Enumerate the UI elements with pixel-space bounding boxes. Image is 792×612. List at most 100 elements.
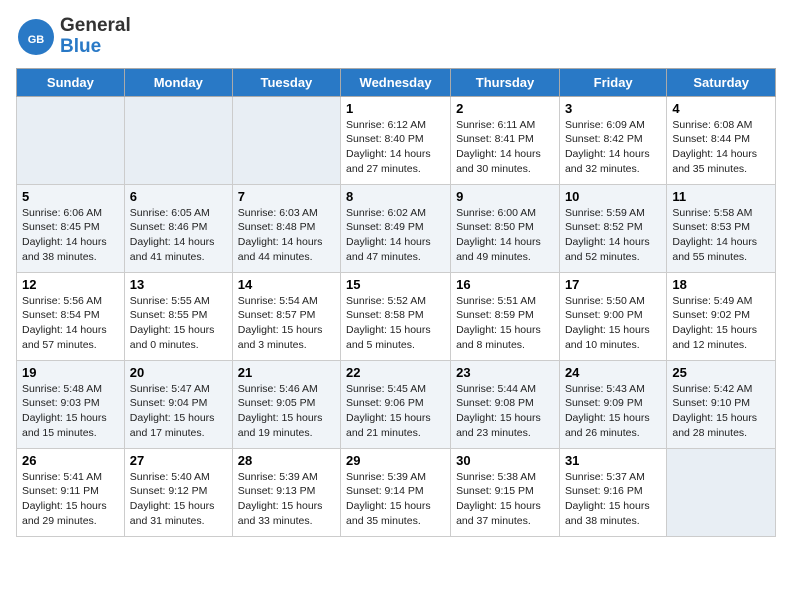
week-row-3: 12 Sunrise: 5:56 AM Sunset: 8:54 PM Dayli… bbox=[17, 272, 776, 360]
day-number: 21 bbox=[238, 365, 335, 380]
day-number: 12 bbox=[22, 277, 119, 292]
day-number: 1 bbox=[346, 101, 445, 116]
day-info: Sunrise: 5:45 AM Sunset: 9:06 PM Dayligh… bbox=[346, 382, 445, 441]
calendar-cell: 28 Sunrise: 5:39 AM Sunset: 9:13 PM Dayli… bbox=[232, 448, 340, 536]
calendar-cell: 22Sunrise: 5:45 AM Sunset: 9:06 PM Dayli… bbox=[341, 360, 451, 448]
day-info: Sunrise: 5:51 AM Sunset: 8:59 PM Dayligh… bbox=[456, 294, 554, 353]
day-number: 19 bbox=[22, 365, 119, 380]
day-info: Sunrise: 5:39 AM Sunset: 9:14 PM Dayligh… bbox=[346, 470, 445, 529]
header-saturday: Saturday bbox=[667, 68, 776, 96]
calendar-cell: 10 Sunrise: 5:59 AM Sunset: 8:52 PM Dayli… bbox=[559, 184, 666, 272]
day-info: Sunrise: 5:50 AM Sunset: 9:00 PM Dayligh… bbox=[565, 294, 661, 353]
day-info: Sunrise: 6:11 AM Sunset: 8:41 PM Dayligh… bbox=[456, 118, 554, 177]
day-info: Sunrise: 6:12 AM Sunset: 8:40 PM Dayligh… bbox=[346, 118, 445, 177]
logo-svg: GB bbox=[16, 17, 56, 57]
day-info: Sunrise: 5:40 AM Sunset: 9:12 PM Dayligh… bbox=[130, 470, 227, 529]
day-info: Sunrise: 5:42 AM Sunset: 9:10 PM Dayligh… bbox=[672, 382, 770, 441]
day-number: 27 bbox=[130, 453, 227, 468]
logo-text: General Blue bbox=[60, 16, 131, 58]
calendar-cell: 15 Sunrise: 5:52 AM Sunset: 8:58 PM Dayli… bbox=[341, 272, 451, 360]
calendar-cell: 25 Sunrise: 5:42 AM Sunset: 9:10 PM Dayli… bbox=[667, 360, 776, 448]
calendar-cell: 2 Sunrise: 6:11 AM Sunset: 8:41 PM Daylig… bbox=[451, 96, 560, 184]
day-info: Sunrise: 5:37 AM Sunset: 9:16 PM Dayligh… bbox=[565, 470, 661, 529]
day-info: Sunrise: 5:39 AM Sunset: 9:13 PM Dayligh… bbox=[238, 470, 335, 529]
day-info: Sunrise: 5:38 AM Sunset: 9:15 PM Dayligh… bbox=[456, 470, 554, 529]
calendar-cell: 30Sunrise: 5:38 AM Sunset: 9:15 PM Dayli… bbox=[451, 448, 560, 536]
day-info: Sunrise: 5:58 AM Sunset: 8:53 PM Dayligh… bbox=[672, 206, 770, 265]
day-info: Sunrise: 5:48 AM Sunset: 9:03 PM Dayligh… bbox=[22, 382, 119, 441]
day-info: Sunrise: 5:59 AM Sunset: 8:52 PM Dayligh… bbox=[565, 206, 661, 265]
day-number: 15 bbox=[346, 277, 445, 292]
logo-blue-text: Blue bbox=[60, 37, 131, 58]
calendar-cell: 31Sunrise: 5:37 AM Sunset: 9:16 PM Dayli… bbox=[559, 448, 666, 536]
day-info: Sunrise: 5:49 AM Sunset: 9:02 PM Dayligh… bbox=[672, 294, 770, 353]
calendar-cell: 8 Sunrise: 6:02 AM Sunset: 8:49 PM Daylig… bbox=[341, 184, 451, 272]
week-row-2: 5Sunrise: 6:06 AM Sunset: 8:45 PM Daylig… bbox=[17, 184, 776, 272]
day-number: 14 bbox=[238, 277, 335, 292]
header-wednesday: Wednesday bbox=[341, 68, 451, 96]
day-number: 9 bbox=[456, 189, 554, 204]
svg-text:GB: GB bbox=[28, 34, 45, 46]
day-info: Sunrise: 6:09 AM Sunset: 8:42 PM Dayligh… bbox=[565, 118, 661, 177]
calendar-cell: 29 Sunrise: 5:39 AM Sunset: 9:14 PM Dayli… bbox=[341, 448, 451, 536]
calendar-cell: 21Sunrise: 5:46 AM Sunset: 9:05 PM Dayli… bbox=[232, 360, 340, 448]
day-number: 28 bbox=[238, 453, 335, 468]
day-info: Sunrise: 6:05 AM Sunset: 8:46 PM Dayligh… bbox=[130, 206, 227, 265]
calendar-cell: 24 Sunrise: 5:43 AM Sunset: 9:09 PM Dayli… bbox=[559, 360, 666, 448]
day-number: 5 bbox=[22, 189, 119, 204]
day-number: 11 bbox=[672, 189, 770, 204]
calendar-cell: 11 Sunrise: 5:58 AM Sunset: 8:53 PM Dayli… bbox=[667, 184, 776, 272]
calendar-cell bbox=[124, 96, 232, 184]
calendar-cell: 20Sunrise: 5:47 AM Sunset: 9:04 PM Dayli… bbox=[124, 360, 232, 448]
header-row: SundayMondayTuesdayWednesdayThursdayFrid… bbox=[17, 68, 776, 96]
day-number: 18 bbox=[672, 277, 770, 292]
header-friday: Friday bbox=[559, 68, 666, 96]
day-number: 29 bbox=[346, 453, 445, 468]
week-row-4: 19 Sunrise: 5:48 AM Sunset: 9:03 PM Dayli… bbox=[17, 360, 776, 448]
calendar-cell: 9 Sunrise: 6:00 AM Sunset: 8:50 PM Daylig… bbox=[451, 184, 560, 272]
header-thursday: Thursday bbox=[451, 68, 560, 96]
calendar-cell: 6 Sunrise: 6:05 AM Sunset: 8:46 PM Daylig… bbox=[124, 184, 232, 272]
week-row-5: 26Sunrise: 5:41 AM Sunset: 9:11 PM Dayli… bbox=[17, 448, 776, 536]
day-number: 17 bbox=[565, 277, 661, 292]
day-info: Sunrise: 5:56 AM Sunset: 8:54 PM Dayligh… bbox=[22, 294, 119, 353]
day-number: 10 bbox=[565, 189, 661, 204]
week-row-1: 1 Sunrise: 6:12 AM Sunset: 8:40 PM Daylig… bbox=[17, 96, 776, 184]
day-info: Sunrise: 6:00 AM Sunset: 8:50 PM Dayligh… bbox=[456, 206, 554, 265]
calendar-cell: 23Sunrise: 5:44 AM Sunset: 9:08 PM Dayli… bbox=[451, 360, 560, 448]
day-number: 25 bbox=[672, 365, 770, 380]
header-monday: Monday bbox=[124, 68, 232, 96]
calendar-cell: 4 Sunrise: 6:08 AM Sunset: 8:44 PM Daylig… bbox=[667, 96, 776, 184]
header-tuesday: Tuesday bbox=[232, 68, 340, 96]
calendar-cell: 19 Sunrise: 5:48 AM Sunset: 9:03 PM Dayli… bbox=[17, 360, 125, 448]
day-number: 24 bbox=[565, 365, 661, 380]
day-number: 2 bbox=[456, 101, 554, 116]
calendar-cell: 26Sunrise: 5:41 AM Sunset: 9:11 PM Dayli… bbox=[17, 448, 125, 536]
day-info: Sunrise: 6:02 AM Sunset: 8:49 PM Dayligh… bbox=[346, 206, 445, 265]
calendar-cell: 14 Sunrise: 5:54 AM Sunset: 8:57 PM Dayli… bbox=[232, 272, 340, 360]
day-info: Sunrise: 5:55 AM Sunset: 8:55 PM Dayligh… bbox=[130, 294, 227, 353]
calendar-cell bbox=[232, 96, 340, 184]
day-info: Sunrise: 6:03 AM Sunset: 8:48 PM Dayligh… bbox=[238, 206, 335, 265]
day-info: Sunrise: 5:52 AM Sunset: 8:58 PM Dayligh… bbox=[346, 294, 445, 353]
calendar-table: SundayMondayTuesdayWednesdayThursdayFrid… bbox=[16, 68, 776, 537]
calendar-cell: 17 Sunrise: 5:50 AM Sunset: 9:00 PM Dayli… bbox=[559, 272, 666, 360]
calendar-cell: 5Sunrise: 6:06 AM Sunset: 8:45 PM Daylig… bbox=[17, 184, 125, 272]
calendar-cell: 13 Sunrise: 5:55 AM Sunset: 8:55 PM Dayli… bbox=[124, 272, 232, 360]
calendar-cell: 27 Sunrise: 5:40 AM Sunset: 9:12 PM Dayli… bbox=[124, 448, 232, 536]
calendar-cell bbox=[17, 96, 125, 184]
day-number: 8 bbox=[346, 189, 445, 204]
day-number: 4 bbox=[672, 101, 770, 116]
day-info: Sunrise: 6:08 AM Sunset: 8:44 PM Dayligh… bbox=[672, 118, 770, 177]
day-number: 7 bbox=[238, 189, 335, 204]
day-info: Sunrise: 5:43 AM Sunset: 9:09 PM Dayligh… bbox=[565, 382, 661, 441]
day-info: Sunrise: 5:54 AM Sunset: 8:57 PM Dayligh… bbox=[238, 294, 335, 353]
day-number: 6 bbox=[130, 189, 227, 204]
calendar-cell: 16 Sunrise: 5:51 AM Sunset: 8:59 PM Dayli… bbox=[451, 272, 560, 360]
day-number: 3 bbox=[565, 101, 661, 116]
calendar-cell: 3 Sunrise: 6:09 AM Sunset: 8:42 PM Daylig… bbox=[559, 96, 666, 184]
day-number: 13 bbox=[130, 277, 227, 292]
day-info: Sunrise: 5:47 AM Sunset: 9:04 PM Dayligh… bbox=[130, 382, 227, 441]
day-number: 26 bbox=[22, 453, 119, 468]
day-number: 16 bbox=[456, 277, 554, 292]
